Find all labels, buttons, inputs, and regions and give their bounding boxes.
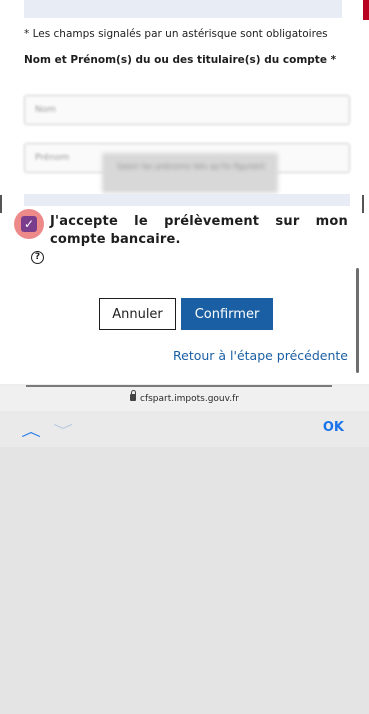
browser-url-bar[interactable]: cfspart.impots.gouv.fr	[0, 387, 369, 411]
form-shade-band	[24, 194, 350, 206]
keyboard-toolbar: ︿ ﹀ OK	[0, 411, 369, 447]
web-page: * Les champs signalés par un astérisque …	[0, 0, 369, 384]
corner-accent	[363, 0, 369, 20]
account-holder-label: Nom et Prénom(s) du ou des titulaire(s) …	[24, 54, 337, 66]
checkmark-icon: ✓	[23, 217, 35, 231]
confirm-button[interactable]: Confirmer	[181, 298, 273, 330]
tooltip-text: Saisir les prénoms tels qu'ils figurent	[117, 162, 265, 171]
frame-edge-left	[0, 195, 2, 213]
required-fields-note: * Les champs signalés par un astérisque …	[24, 28, 328, 40]
keyboard-area	[0, 447, 369, 714]
back-to-previous-step-link[interactable]: Retour à l'étape précédente	[150, 348, 348, 363]
next-field-icon[interactable]: ﹀	[53, 421, 73, 441]
holder-firstname-placeholder: Prénom	[35, 153, 70, 163]
page-scrollbar[interactable]	[356, 268, 359, 373]
help-icon-glyph: ?	[34, 252, 41, 262]
keyboard-ok-button[interactable]: OK	[323, 420, 344, 435]
help-icon[interactable]: ?	[31, 251, 44, 264]
holder-name-field[interactable]: Nom	[24, 95, 350, 125]
url-text: cfspart.impots.gouv.fr	[140, 394, 239, 404]
accept-checkbox[interactable]: ✓	[21, 216, 37, 232]
lock-icon	[130, 390, 136, 401]
cancel-button[interactable]: Annuler	[99, 298, 176, 330]
previous-field-icon[interactable]: ︿	[21, 421, 41, 441]
tooltip-overlay: Saisir les prénoms tels qu'ils figurent	[102, 153, 278, 193]
frame-edge-right	[362, 195, 364, 213]
holder-name-placeholder: Nom	[35, 105, 57, 115]
top-field-strip	[24, 0, 342, 18]
accept-debit-label[interactable]: J'accepte le prélèvement sur mon compte …	[50, 213, 348, 249]
